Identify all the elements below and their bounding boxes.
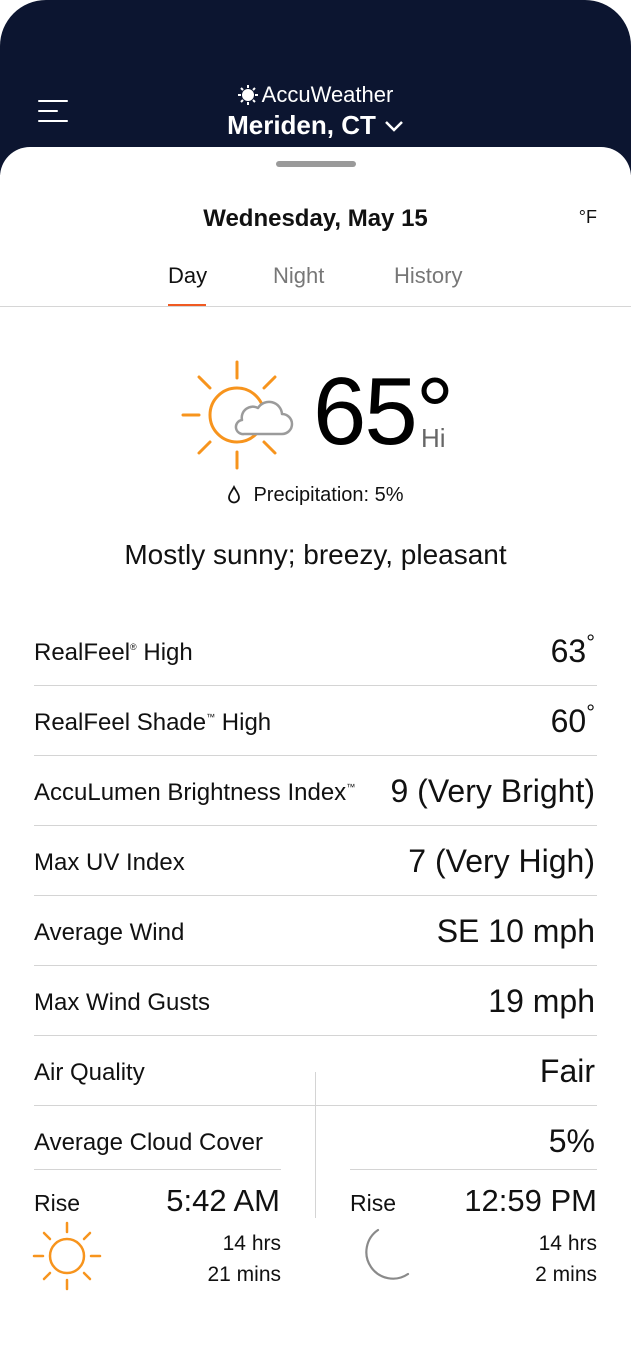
divider (0, 306, 631, 307)
detail-value: 7 (Very High) (408, 843, 595, 879)
detail-label: Average Cloud Cover (34, 1129, 264, 1156)
detail-label: Max Wind Gusts (34, 989, 211, 1016)
sun-icon (32, 1221, 102, 1291)
detail-label: Air Quality (34, 1059, 145, 1086)
chevron-down-icon (385, 121, 403, 132)
brand-logo: AccuWeather (0, 82, 631, 108)
sunrise-time: 5:42 AM (166, 1183, 280, 1218)
detail-row-brightness-index: AccuLumen Brightness Index™ 9 (Very Brig… (34, 756, 597, 826)
detail-label: RealFeel Shade™ High (34, 709, 272, 736)
moon-duration: 14 hrs 2 mins (535, 1228, 597, 1290)
sunrise-label: Rise (34, 1190, 81, 1216)
tab-history[interactable]: History (394, 263, 462, 289)
detail-label: Average Wind (34, 919, 185, 946)
location-name: Meriden, CT (227, 110, 376, 140)
forecast-phrase: Mostly sunny; breezy, pleasant (124, 539, 507, 570)
day-night-tabs: Day Night History (0, 263, 631, 307)
sun-duration: 14 hrs 21 mins (207, 1228, 281, 1290)
detail-label: Max UV Index (34, 849, 185, 876)
detail-value: 9 (Very Bright) (390, 773, 595, 809)
detail-row-average-wind: Average Wind SE 10 mph (34, 896, 597, 966)
sun-minutes: 21 mins (207, 1263, 281, 1286)
detail-row-max-wind-gusts: Max Wind Gusts 19 mph (34, 966, 597, 1036)
detail-value: 60° (550, 700, 595, 739)
moon-icon (365, 1228, 410, 1280)
forecast-date: Wednesday, May 15 (203, 205, 428, 232)
moon-hours: 14 hrs (538, 1232, 597, 1255)
detail-value: SE 10 mph (436, 913, 595, 949)
accuweather-logo-icon (237, 85, 258, 105)
moonrise-label: Rise (350, 1190, 397, 1216)
detail-value: 19 mph (488, 983, 595, 1019)
raindrop-icon (228, 484, 241, 504)
detail-row-realfeel-high: RealFeel® High 63° (34, 616, 597, 686)
detail-label: AccuLumen Brightness Index™ (34, 779, 356, 806)
moon-minutes: 2 mins (535, 1263, 597, 1286)
detail-label: RealFeel® High (34, 639, 193, 666)
location-selector[interactable]: Meriden, CT (0, 110, 631, 141)
tab-night[interactable]: Night (273, 263, 324, 289)
drag-handle[interactable] (276, 161, 356, 167)
precipitation-text: Precipitation: 5% (253, 484, 404, 506)
sun-hours: 14 hrs (222, 1232, 281, 1255)
divider (350, 1169, 597, 1170)
partly-sunny-icon (181, 360, 294, 470)
detail-row-realfeel-shade-high: RealFeel Shade™ High 60° (34, 686, 597, 756)
divider (315, 1072, 316, 1218)
precipitation: Precipitation: 5% (0, 484, 631, 507)
divider (34, 1169, 281, 1170)
detail-value: 63° (550, 630, 595, 669)
detail-value: 5% (548, 1123, 595, 1159)
tab-day[interactable]: Day (168, 263, 207, 289)
unit-toggle[interactable]: °F (579, 207, 597, 228)
detail-value: Fair (539, 1053, 595, 1089)
detail-row-max-uv-index: Max UV Index 7 (Very High) (34, 826, 597, 896)
moonrise-time: 12:59 PM (464, 1183, 597, 1218)
brand-name: AccuWeather (261, 82, 394, 107)
temperature-suffix: Hi (421, 423, 446, 453)
